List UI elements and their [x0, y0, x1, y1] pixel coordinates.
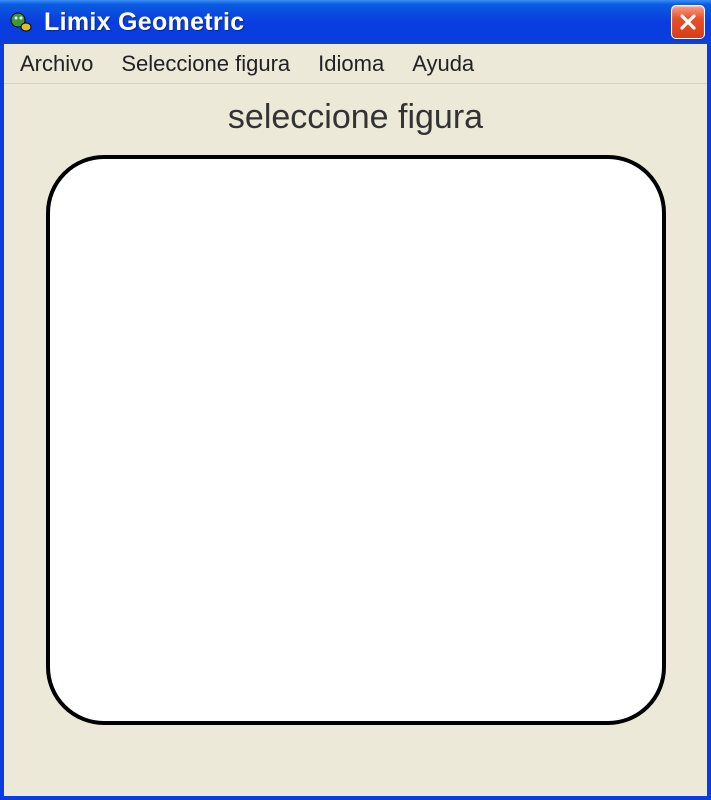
- app-window: Limix Geometric Archivo Seleccione figur…: [0, 0, 711, 800]
- menu-seleccione-figura[interactable]: Seleccione figura: [113, 47, 298, 81]
- titlebar[interactable]: Limix Geometric: [0, 0, 711, 44]
- figure-canvas[interactable]: [46, 155, 666, 725]
- menu-archivo[interactable]: Archivo: [12, 47, 101, 81]
- close-button[interactable]: [671, 5, 705, 39]
- window-title: Limix Geometric: [44, 8, 671, 37]
- app-icon: [8, 9, 34, 35]
- menu-ayuda[interactable]: Ayuda: [404, 47, 482, 81]
- page-heading: seleccione figura: [228, 98, 483, 137]
- content-area: seleccione figura: [4, 84, 707, 796]
- menubar: Archivo Seleccione figura Idioma Ayuda: [4, 44, 707, 84]
- menu-idioma[interactable]: Idioma: [310, 47, 392, 81]
- close-icon: [679, 13, 697, 31]
